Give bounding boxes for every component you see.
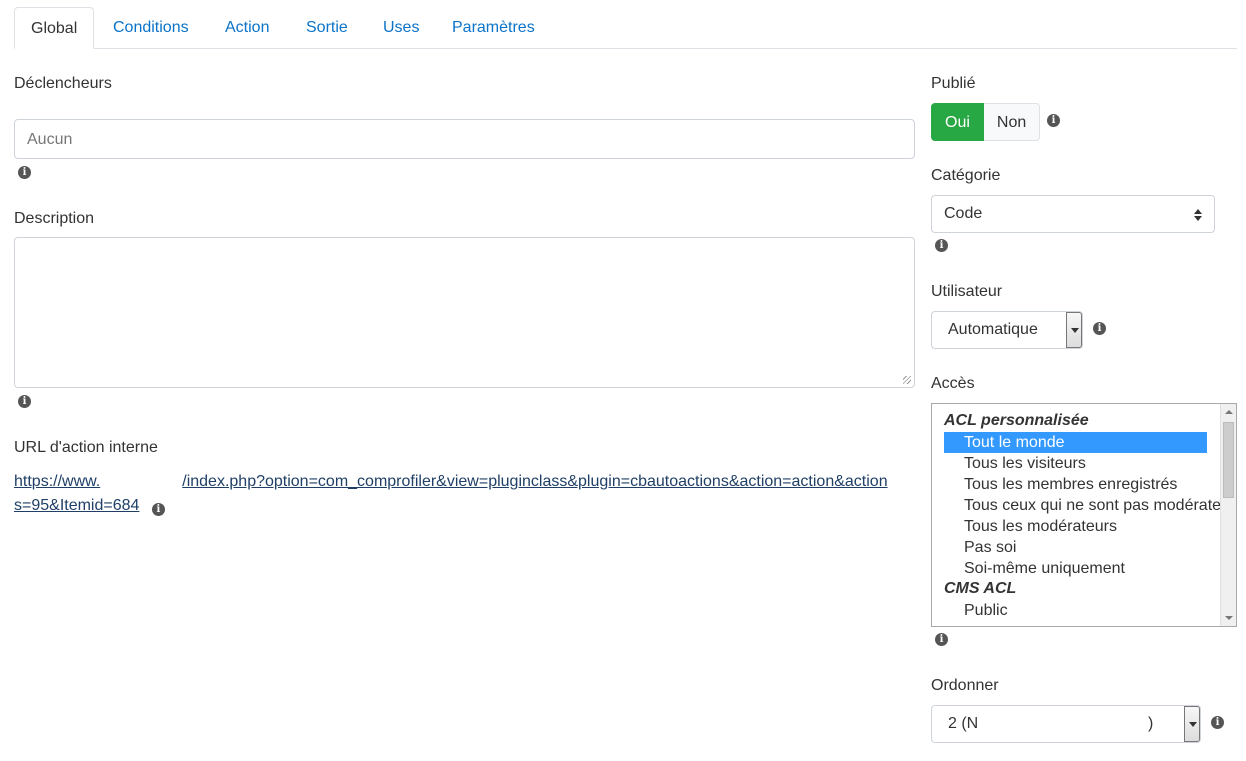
published-no-button[interactable]: Non <box>983 103 1041 141</box>
select-arrows-icon <box>1194 209 1202 221</box>
info-icon[interactable]: i <box>18 395 31 408</box>
triggers-input[interactable]: Aucun <box>14 119 915 159</box>
access-option[interactable]: Tout le monde <box>944 432 1207 453</box>
access-option[interactable]: Tous les modérateurs <box>944 516 1207 537</box>
info-icon[interactable]: i <box>18 166 31 179</box>
access-option[interactable]: Soi-même uniquement <box>944 558 1207 579</box>
access-option[interactable]: Pas soi <box>944 537 1207 558</box>
resize-grip-icon[interactable] <box>903 376 911 384</box>
access-group-label: CMS ACL <box>944 580 1017 597</box>
access-group-label: ACL personnalisée <box>944 412 1089 429</box>
access-option[interactable]: Tous les visiteurs <box>944 453 1207 474</box>
url-link-start[interactable]: https://www. <box>14 473 100 490</box>
tab-parametres[interactable]: Paramètres <box>436 7 551 48</box>
order-value-end: ) <box>1148 715 1154 732</box>
url-link-end[interactable]: /index.php?option=com_comprofiler&view=p… <box>182 473 887 490</box>
chevron-down-icon[interactable] <box>1184 706 1200 742</box>
access-option[interactable]: Tous ceux qui ne sont pas modérateurs <box>944 495 1236 516</box>
published-label: Publié <box>931 75 976 92</box>
user-value: Automatique <box>948 321 1038 338</box>
tab-sortie[interactable]: Sortie <box>290 7 364 48</box>
url-link-line2[interactable]: s=95&Itemid=684 <box>14 497 139 514</box>
user-select[interactable]: Automatique <box>931 311 1083 349</box>
tab-conditions[interactable]: Conditions <box>97 7 205 48</box>
listbox-scrollbar[interactable] <box>1220 404 1236 626</box>
scroll-down-icon[interactable] <box>1225 616 1233 620</box>
access-option[interactable]: Tous les membres enregistrés <box>944 474 1207 495</box>
order-value: 2 (N <box>948 715 979 732</box>
info-icon[interactable]: i <box>1211 716 1224 729</box>
info-icon[interactable]: i <box>1093 322 1106 335</box>
internal-action-url: https://www. /index.php?option=com_compro… <box>14 470 914 518</box>
info-icon[interactable]: i <box>935 239 948 252</box>
triggers-label: Déclencheurs <box>14 75 112 92</box>
tab-uses[interactable]: Uses <box>367 7 435 48</box>
info-icon[interactable]: i <box>151 503 165 516</box>
chevron-down-icon[interactable] <box>1066 312 1082 348</box>
order-select[interactable]: 2 (N ) <box>931 705 1201 743</box>
category-label: Catégorie <box>931 167 1001 184</box>
published-toggle: Oui Non <box>931 103 1041 141</box>
access-option[interactable]: Public <box>944 600 1207 621</box>
url-label: URL d'action interne <box>14 439 158 456</box>
user-label: Utilisateur <box>931 283 1003 300</box>
published-yes-button[interactable]: Oui <box>931 103 984 141</box>
category-select[interactable]: Code <box>931 195 1215 233</box>
triggers-placeholder: Aucun <box>27 131 73 148</box>
scroll-up-icon[interactable] <box>1225 410 1233 414</box>
description-textarea[interactable] <box>14 237 915 388</box>
tab-bar: Global Conditions Action Sortie Uses Par… <box>14 7 1237 49</box>
access-label: Accès <box>931 375 975 392</box>
tab-action[interactable]: Action <box>209 7 285 48</box>
scroll-thumb[interactable] <box>1223 422 1234 498</box>
access-listbox[interactable]: ACL personnalisée Tout le monde Tous les… <box>931 403 1237 627</box>
order-label: Ordonner <box>931 677 999 694</box>
info-icon[interactable]: i <box>935 633 948 646</box>
category-value: Code <box>944 205 983 222</box>
info-icon[interactable]: i <box>1047 114 1060 127</box>
tab-global[interactable]: Global <box>14 7 94 49</box>
description-label: Description <box>14 210 95 227</box>
